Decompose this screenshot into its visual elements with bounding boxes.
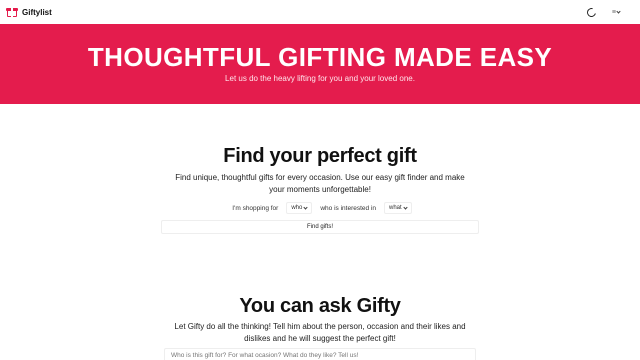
hero-banner: THOUGHTFUL GIFTING MADE EASY Let us do t… [0,24,640,104]
brand-name: Giftylist [22,7,52,17]
ask-title: You can ask Gifty [239,295,401,317]
what-select-value: what [389,205,402,211]
gift-icon [6,6,18,18]
who-select[interactable]: who [286,202,313,214]
interested-in-label: who is interested in [320,204,376,212]
language-label: ≡ [611,8,616,16]
who-select-value: who [291,205,303,211]
finder-description: Find unique, thoughtful gifts for every … [175,173,465,194]
chevron-down-icon [303,204,308,210]
language-icon[interactable]: ≡ [611,8,621,16]
top-nav: Giftylist ≡ [0,0,640,24]
hero-subtitle: Let us do the heavy lifting for you and … [225,74,415,83]
shopping-for-label: I'm shopping for [232,204,279,212]
chevron-down-icon [403,204,408,210]
finder-picker-row: I'm shopping for who who is interested i… [0,202,640,214]
brand-logo[interactable]: Giftylist [6,6,52,18]
what-select[interactable]: what [384,202,412,214]
chevron-down-icon [616,8,621,14]
ask-gifty: You can ask Gifty Let Gifty do all the t… [0,294,640,345]
find-gifts-button[interactable]: Find gifts! [161,220,479,234]
ask-gifty-input[interactable] [164,348,476,360]
hero-title: THOUGHTFUL GIFTING MADE EASY [87,42,553,72]
theme-toggle-icon[interactable] [585,5,598,19]
finder-title: Find your perfect gift [223,145,417,167]
ask-description: Let Gifty do all the thinking! Tell him … [174,322,466,343]
gift-finder: Find your perfect gift Find unique, thou… [0,144,640,234]
